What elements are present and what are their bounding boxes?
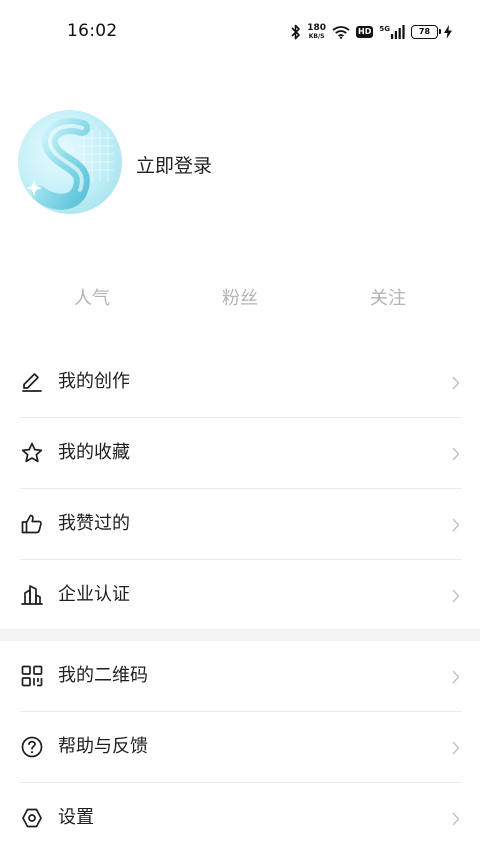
hd-icon: HD xyxy=(356,26,374,38)
menu-label: 帮助与反馈 xyxy=(58,736,148,757)
pencil-icon xyxy=(20,370,44,394)
chevron-right-icon xyxy=(452,669,460,684)
menu-item-my-creations[interactable]: 我的创作 xyxy=(0,347,480,418)
menu-label: 我的创作 xyxy=(58,371,130,392)
stat-popularity[interactable]: 人气 xyxy=(42,284,142,310)
menu-label: 设置 xyxy=(58,807,94,828)
battery-icon: 78 xyxy=(411,25,441,39)
chevron-right-icon xyxy=(452,740,460,755)
signal-type-label: 5G xyxy=(379,25,390,33)
chevron-right-icon xyxy=(452,811,460,826)
network-speed-value: 180 xyxy=(307,23,327,33)
chevron-right-icon xyxy=(452,588,460,603)
menu-item-enterprise-verification[interactable]: 企业认证 xyxy=(0,560,480,631)
wifi-icon xyxy=(332,25,350,39)
chevron-right-icon xyxy=(452,446,460,461)
network-speed: 180 KB/S xyxy=(307,23,327,41)
bluetooth-icon xyxy=(291,24,301,40)
charging-icon xyxy=(444,25,452,39)
battery-level: 78 xyxy=(418,27,431,36)
menu-item-my-favorites[interactable]: 我的收藏 xyxy=(0,418,480,489)
menu-item-help-feedback[interactable]: 帮助与反馈 xyxy=(0,712,480,783)
cell-signal-icon: 5G xyxy=(379,25,405,39)
settings-icon xyxy=(20,806,44,830)
building-icon xyxy=(20,583,44,607)
help-icon xyxy=(20,735,44,759)
stats-row: 人气 粉丝 关注 xyxy=(0,284,480,314)
qr-code-icon xyxy=(20,664,44,688)
star-icon xyxy=(20,441,44,465)
avatar[interactable] xyxy=(18,110,122,214)
menu-secondary: 我的二维码 帮助与反馈 设置 xyxy=(0,641,480,853)
status-time: 16:02 xyxy=(67,21,118,41)
stat-following[interactable]: 关注 xyxy=(338,284,438,310)
menu-primary: 我的创作 我的收藏 我赞过的 企业认证 xyxy=(0,347,480,631)
status-bar: 16:02 180 KB/S HD 5G 78 xyxy=(0,0,480,64)
chevron-right-icon xyxy=(452,517,460,532)
menu-label: 企业认证 xyxy=(58,584,130,605)
chevron-right-icon xyxy=(452,375,460,390)
section-separator xyxy=(0,629,480,641)
login-link[interactable]: 立即登录 xyxy=(136,151,212,178)
menu-item-settings[interactable]: 设置 xyxy=(0,783,480,853)
menu-item-liked[interactable]: 我赞过的 xyxy=(0,489,480,560)
network-speed-unit: KB/S xyxy=(308,33,325,40)
menu-label: 我赞过的 xyxy=(58,513,130,534)
stat-fans[interactable]: 粉丝 xyxy=(190,284,290,310)
menu-label: 我的二维码 xyxy=(58,665,148,686)
thumbs-up-icon xyxy=(20,512,44,536)
menu-item-my-qr-code[interactable]: 我的二维码 xyxy=(0,641,480,712)
status-icons: 180 KB/S HD 5G 78 xyxy=(291,20,452,44)
menu-label: 我的收藏 xyxy=(58,442,130,463)
